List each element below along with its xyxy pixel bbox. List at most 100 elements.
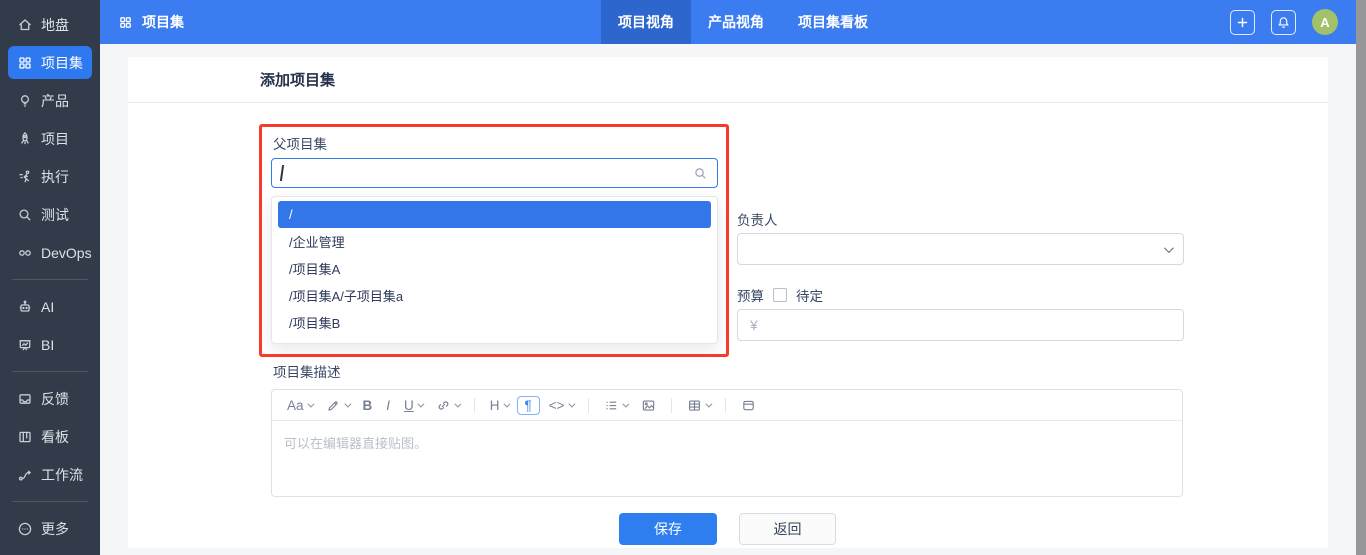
dropdown-option-root[interactable]: / bbox=[278, 201, 711, 228]
header-actions: A bbox=[1230, 0, 1338, 44]
sidebar-item-home[interactable]: 地盘 bbox=[8, 8, 92, 41]
sidebar-item-program[interactable]: 项目集 bbox=[8, 46, 92, 79]
infinity-icon bbox=[16, 244, 33, 261]
sidebar-item-label: 更多 bbox=[41, 520, 69, 537]
sidebar-item-more[interactable]: 更多 bbox=[8, 512, 92, 545]
notifications-button[interactable] bbox=[1271, 9, 1296, 35]
header-app-section: 项目集 bbox=[118, 12, 184, 32]
description-label: 项目集描述 bbox=[273, 365, 341, 380]
editor-toolbar: Aa B I U H ¶ <> bbox=[272, 390, 1182, 421]
grid-icon bbox=[16, 54, 33, 71]
chevron-down-icon bbox=[567, 400, 576, 408]
more-circle-icon bbox=[16, 520, 33, 537]
budget-label: 预算 bbox=[737, 289, 764, 304]
sidebar-item-workflow[interactable]: 工作流 bbox=[8, 458, 92, 491]
form-panel: 添加项目集 父项目集 / /企业管理 /项目集A /项目集A/子项目集a /项目… bbox=[128, 57, 1328, 548]
bulb-icon bbox=[16, 92, 33, 109]
chart-board-icon bbox=[16, 336, 33, 353]
create-button[interactable] bbox=[1230, 9, 1255, 35]
parent-program-dropdown: / /企业管理 /项目集A /项目集A/子项目集a /项目集B bbox=[271, 196, 718, 344]
top-header: 项目集 项目视角 产品视角 项目集看板 A bbox=[100, 0, 1356, 44]
sidebar-item-testing[interactable]: 测试 bbox=[8, 198, 92, 231]
tbd-checkbox[interactable] bbox=[773, 288, 787, 302]
dropdown-option[interactable]: /企业管理 bbox=[278, 228, 711, 255]
editor-placeholder: 可以在编辑器直接贴图。 bbox=[284, 436, 428, 451]
grid-icon bbox=[118, 15, 133, 30]
form-body: 父项目集 / /企业管理 /项目集A /项目集A/子项目集a /项目集B 负责人… bbox=[128, 103, 1328, 547]
sidebar-item-label: 产品 bbox=[41, 92, 69, 109]
sidebar-item-label: DevOps bbox=[41, 244, 92, 261]
image-button[interactable] bbox=[636, 396, 661, 415]
chevron-down-icon bbox=[306, 400, 314, 408]
table-button[interactable] bbox=[682, 396, 715, 415]
link-button[interactable] bbox=[431, 396, 464, 415]
text-caret bbox=[279, 165, 284, 181]
budget-input[interactable]: ¥ bbox=[737, 309, 1184, 341]
toolbar-divider bbox=[587, 397, 589, 413]
rocket-icon bbox=[16, 130, 33, 147]
sidebar-item-kanban[interactable]: 看板 bbox=[8, 420, 92, 453]
tab-product-view[interactable]: 产品视角 bbox=[691, 0, 781, 44]
code-button[interactable]: <> bbox=[544, 396, 578, 415]
chevron-down-icon bbox=[343, 400, 351, 408]
chevron-down-icon bbox=[454, 400, 462, 408]
main-content: 添加项目集 父项目集 / /企业管理 /项目集A /项目集A/子项目集a /项目… bbox=[100, 44, 1356, 555]
parent-program-label: 父项目集 bbox=[273, 137, 327, 152]
bell-icon bbox=[1277, 16, 1290, 29]
kanban-icon bbox=[16, 428, 33, 445]
sidebar-item-ai[interactable]: AI bbox=[8, 290, 92, 323]
tab-project-view[interactable]: 项目视角 bbox=[601, 0, 691, 44]
robot-icon bbox=[16, 298, 33, 315]
italic-button[interactable]: I bbox=[381, 396, 395, 415]
header-tabs: 项目视角 产品视角 项目集看板 bbox=[601, 0, 885, 44]
parent-program-search-input[interactable] bbox=[271, 158, 718, 188]
runner-icon bbox=[16, 168, 33, 185]
dropdown-option[interactable]: /项目集A bbox=[278, 255, 711, 282]
chevron-down-icon bbox=[502, 400, 510, 408]
back-button[interactable]: 返回 bbox=[739, 513, 836, 545]
sidebar-item-feedback[interactable]: 反馈 bbox=[8, 382, 92, 415]
plus-icon bbox=[1236, 16, 1249, 29]
browser-scrollbar[interactable] bbox=[1356, 0, 1366, 555]
save-button[interactable]: 保存 bbox=[619, 513, 717, 545]
editor-content-area[interactable]: 可以在编辑器直接贴图。 bbox=[272, 421, 1182, 464]
toolbar-divider bbox=[724, 397, 726, 413]
user-avatar[interactable]: A bbox=[1312, 9, 1338, 35]
currency-symbol: ¥ bbox=[750, 317, 758, 333]
chevron-down-icon bbox=[704, 400, 713, 408]
sidebar-item-label: 反馈 bbox=[41, 390, 69, 407]
panel-layout-button[interactable] bbox=[736, 396, 761, 415]
sidebar-item-label: BI bbox=[41, 336, 55, 353]
sidebar-item-label: 项目集 bbox=[41, 54, 83, 71]
sidebar-divider bbox=[12, 279, 88, 280]
list-button[interactable] bbox=[599, 396, 632, 415]
sidebar-item-label: 工作流 bbox=[41, 466, 83, 483]
font-color-button[interactable] bbox=[321, 396, 354, 415]
underline-button[interactable]: U bbox=[399, 396, 427, 415]
home-icon bbox=[16, 16, 33, 33]
dropdown-option[interactable]: /项目集A/子项目集a bbox=[278, 282, 711, 309]
owner-label: 负责人 bbox=[737, 213, 778, 228]
paragraph-button[interactable]: ¶ bbox=[516, 395, 540, 415]
heading-button[interactable]: H bbox=[485, 396, 513, 415]
sidebar-item-label: 项目 bbox=[41, 130, 69, 147]
sidebar-item-devops[interactable]: DevOps bbox=[8, 236, 92, 269]
sidebar-item-product[interactable]: 产品 bbox=[8, 84, 92, 117]
sidebar-item-label: 地盘 bbox=[41, 16, 69, 33]
description-editor: Aa B I U H ¶ <> 可以在编辑器直接贴图。 bbox=[271, 389, 1183, 497]
bold-button[interactable]: B bbox=[358, 396, 378, 415]
search-icon bbox=[693, 166, 708, 181]
font-family-button[interactable]: Aa bbox=[282, 396, 317, 415]
dropdown-option[interactable]: /项目集B bbox=[278, 309, 711, 336]
owner-select[interactable] bbox=[737, 233, 1184, 265]
chevron-down-icon bbox=[1163, 242, 1174, 253]
sidebar-item-bi[interactable]: BI bbox=[8, 328, 92, 361]
tab-program-kanban[interactable]: 项目集看板 bbox=[781, 0, 885, 44]
sidebar-item-project[interactable]: 项目 bbox=[8, 122, 92, 155]
chevron-down-icon bbox=[621, 400, 630, 408]
sidebar-item-label: 看板 bbox=[41, 428, 69, 445]
sidebar-item-label: 测试 bbox=[41, 206, 69, 223]
budget-row: 预算 待定 bbox=[737, 285, 823, 305]
workflow-icon bbox=[16, 466, 33, 483]
sidebar-item-execution[interactable]: 执行 bbox=[8, 160, 92, 193]
